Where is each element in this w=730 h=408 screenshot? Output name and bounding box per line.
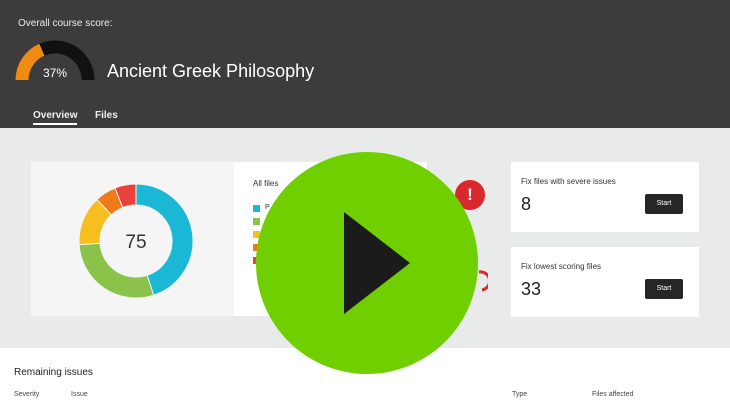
video-play-button[interactable] [256, 152, 478, 374]
tab-files[interactable]: Files [95, 110, 118, 121]
column-type[interactable]: Type [512, 391, 527, 398]
lowest-scoring-card: Fix lowest scoring files 33 Start [511, 247, 699, 317]
column-issue[interactable]: Issue [71, 391, 88, 398]
tab-overview[interactable]: Overview [33, 110, 78, 125]
lowest-scoring-count: 33 [521, 279, 542, 299]
column-severity[interactable]: Severity [14, 391, 39, 398]
severe-issues-card: Fix files with severe issues 8 Start [511, 162, 699, 232]
course-title: Ancient Greek Philosophy [107, 61, 315, 81]
column-files-affected[interactable]: Files affected [592, 391, 634, 398]
score-caption: Overall course score: [18, 18, 113, 29]
severe-issues-count: 8 [521, 194, 532, 214]
course-header: Overall course score: 37% Ancient Greek … [0, 0, 730, 128]
donut-center-value: 75 [125, 232, 146, 253]
severe-issues-title: Fix files with severe issues [521, 177, 616, 186]
score-distribution-card: 75 [31, 162, 234, 316]
start-severe-issues-button[interactable]: Start [645, 194, 683, 214]
score-value: 37% [42, 66, 68, 80]
score-donut-chart: 75 [78, 183, 194, 299]
start-lowest-scoring-button[interactable]: Start [645, 279, 683, 299]
lowest-scoring-title: Fix lowest scoring files [521, 262, 602, 271]
remaining-issues-title: Remaining issues [14, 367, 93, 378]
